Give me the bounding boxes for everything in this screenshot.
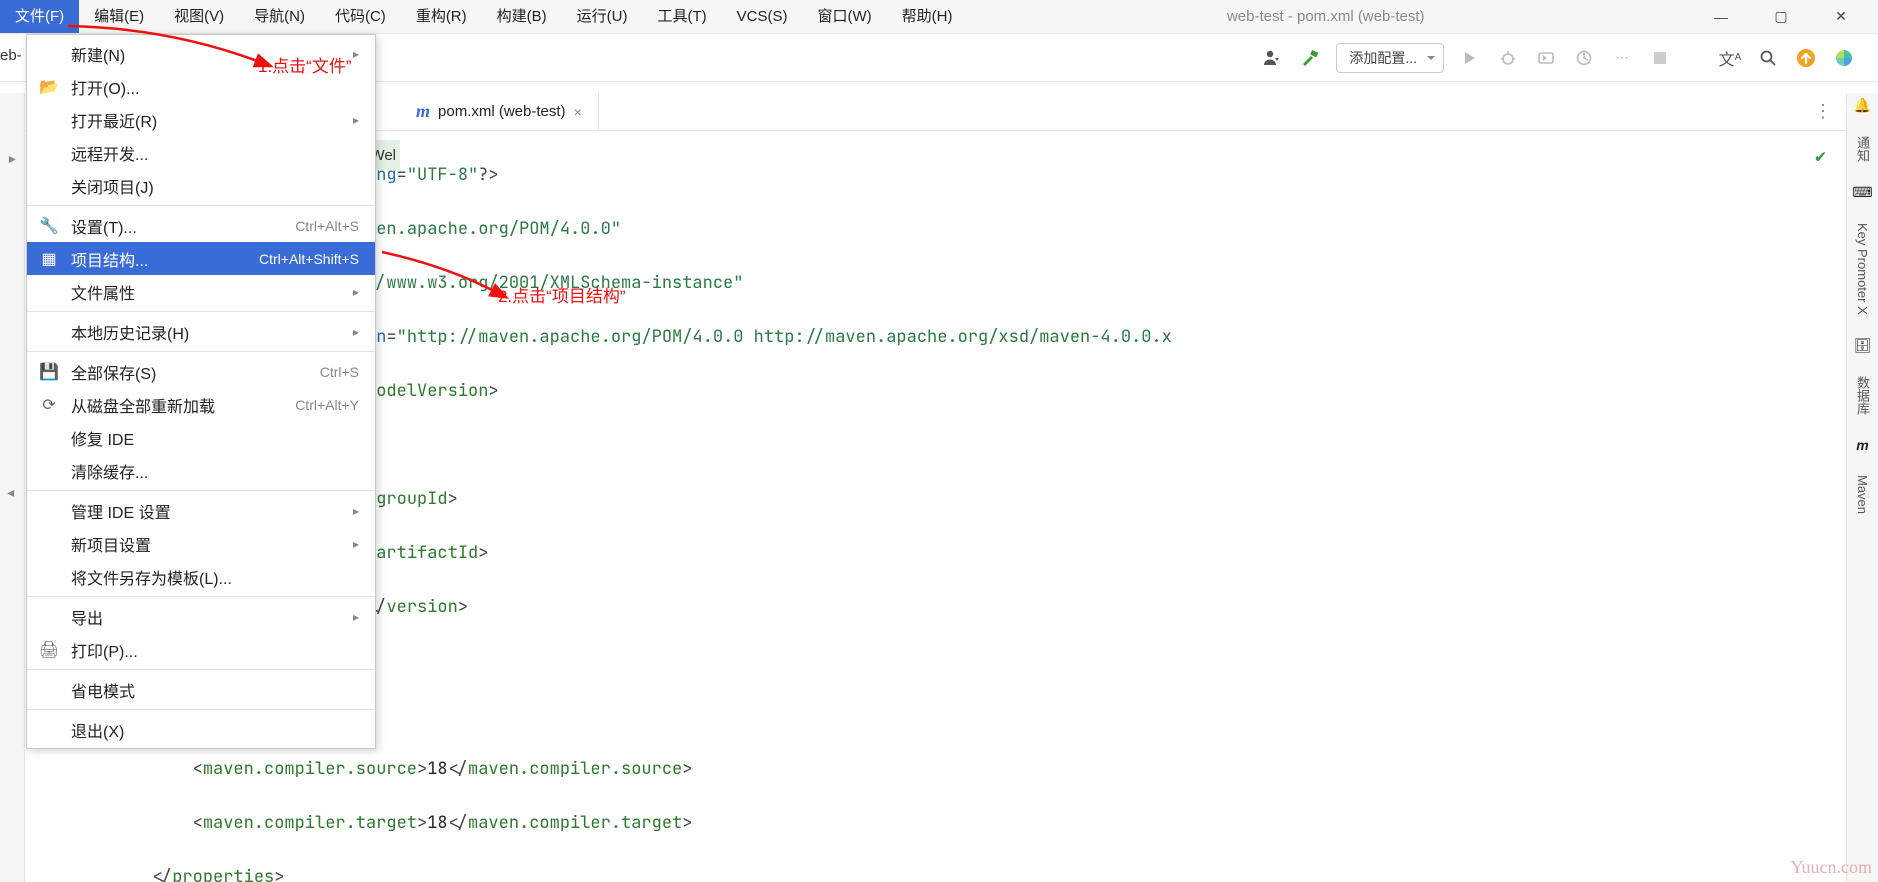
file-menu-dropdown: 新建(N)▸ 📂打开(O)... 打开最近(R)▸ 远程开发... 关闭项目(J…: [26, 34, 376, 749]
window-controls: — ▢ ✕: [1684, 0, 1878, 33]
translate-icon[interactable]: 文A: [1718, 46, 1742, 70]
mi-new-proj-settings[interactable]: 新项目设置▸: [27, 527, 375, 560]
print-icon: 🖨: [39, 640, 59, 660]
editor-options-icon[interactable]: ⋮: [1814, 101, 1834, 122]
mi-open-recent[interactable]: 打开最近(R)▸: [27, 103, 375, 136]
menu-edit[interactable]: 编辑(E): [79, 0, 159, 33]
attach-icon[interactable]: ⋯: [1610, 46, 1634, 70]
stop-icon[interactable]: [1648, 46, 1672, 70]
maven-icon: m: [416, 101, 430, 122]
mi-manage-settings[interactable]: 管理 IDE 设置▸: [27, 494, 375, 527]
collapse-icon[interactable]: ▾: [4, 490, 21, 497]
reload-icon: ⟳: [39, 395, 59, 415]
tool-key-promoter[interactable]: Key Promoter X: [1855, 215, 1870, 323]
mi-new[interactable]: 新建(N)▸: [27, 37, 375, 70]
watermark: Yuucn.com: [1791, 857, 1872, 878]
mi-export[interactable]: 导出▸: [27, 600, 375, 633]
folder-open-icon: 📂: [39, 77, 59, 97]
tool-maven[interactable]: Maven: [1855, 467, 1870, 522]
build-icon[interactable]: [1298, 46, 1322, 70]
menu-build[interactable]: 构建(B): [482, 0, 562, 33]
run-config-select[interactable]: 添加配置...: [1336, 43, 1444, 73]
close-icon[interactable]: ✕: [1832, 8, 1850, 26]
tool-notifications[interactable]: 通知: [1853, 128, 1872, 170]
menu-view[interactable]: 视图(V): [159, 0, 239, 33]
run-icon[interactable]: [1458, 46, 1482, 70]
mi-file-props[interactable]: 文件属性▸: [27, 275, 375, 308]
mi-invalidate[interactable]: 清除缓存...: [27, 454, 375, 487]
mi-print[interactable]: 🖨打印(P)...: [27, 633, 375, 666]
left-tool-stripe: ▾ ▾: [0, 93, 25, 882]
tab-close-icon[interactable]: ×: [574, 104, 582, 120]
mi-reload[interactable]: ⟳从磁盘全部重新加载Ctrl+Alt+Y: [27, 388, 375, 421]
profile-icon[interactable]: [1572, 46, 1596, 70]
database-icon[interactable]: 🗄: [1854, 337, 1872, 354]
menu-refactor[interactable]: 重构(R): [401, 0, 482, 33]
mi-open[interactable]: 📂打开(O)...: [27, 70, 375, 103]
menubar: 文件(F) 编辑(E) 视图(V) 导航(N) 代码(C) 重构(R) 构建(B…: [0, 0, 1878, 34]
menu-file[interactable]: 文件(F): [0, 0, 79, 33]
mi-save-all[interactable]: 💾全部保存(S)Ctrl+S: [27, 355, 375, 388]
notifications-icon[interactable]: 🔔: [1854, 97, 1871, 114]
update-icon[interactable]: [1794, 46, 1818, 70]
mi-power-save[interactable]: 省电模式: [27, 673, 375, 706]
tool-database[interactable]: 数据库: [1853, 368, 1872, 423]
tab-pom-xml[interactable]: m pom.xml (web-test) ×: [400, 93, 599, 130]
menu-vcs[interactable]: VCS(S): [722, 0, 803, 33]
mi-project-structure[interactable]: ▦项目结构...Ctrl+Alt+Shift+S: [27, 242, 375, 275]
menu-run[interactable]: 运行(U): [562, 0, 643, 33]
maven-tool-icon[interactable]: m: [1856, 437, 1868, 453]
save-icon: 💾: [39, 362, 59, 382]
mi-remote-dev[interactable]: 远程开发...: [27, 136, 375, 169]
coverage-icon[interactable]: [1534, 46, 1558, 70]
expand-icon[interactable]: ▾: [4, 156, 21, 163]
key-promoter-icon[interactable]: ⌨: [1852, 184, 1872, 201]
plugin-icon[interactable]: [1832, 46, 1856, 70]
mi-repair[interactable]: 修复 IDE: [27, 421, 375, 454]
menu-help[interactable]: 帮助(H): [887, 0, 968, 33]
right-tool-stripe: 🔔 通知 ⌨ Key Promoter X 🗄 数据库 m Maven: [1846, 93, 1878, 882]
tab-label: pom.xml (web-test): [438, 103, 566, 120]
window-title: web-test - pom.xml (web-test): [967, 0, 1684, 33]
menu-navigate[interactable]: 导航(N): [239, 0, 320, 33]
inspection-ok-icon[interactable]: ✔: [1815, 143, 1826, 170]
mi-close-project[interactable]: 关闭项目(J): [27, 169, 375, 202]
structure-icon: ▦: [39, 249, 59, 269]
user-icon[interactable]: [1260, 46, 1284, 70]
menu-tools[interactable]: 工具(T): [642, 0, 721, 33]
menu-window[interactable]: 窗口(W): [802, 0, 886, 33]
minimize-icon[interactable]: —: [1712, 8, 1730, 26]
mi-save-template[interactable]: 将文件另存为模板(L)...: [27, 560, 375, 593]
wrench-icon: 🔧: [39, 216, 59, 236]
mi-exit[interactable]: 退出(X): [27, 713, 375, 746]
search-icon[interactable]: [1756, 46, 1780, 70]
maximize-icon[interactable]: ▢: [1772, 8, 1790, 26]
mi-settings[interactable]: 🔧设置(T)...Ctrl+Alt+S: [27, 209, 375, 242]
mi-local-history[interactable]: 本地历史记录(H)▸: [27, 315, 375, 348]
menu-code[interactable]: 代码(C): [320, 0, 401, 33]
debug-icon[interactable]: [1496, 46, 1520, 70]
